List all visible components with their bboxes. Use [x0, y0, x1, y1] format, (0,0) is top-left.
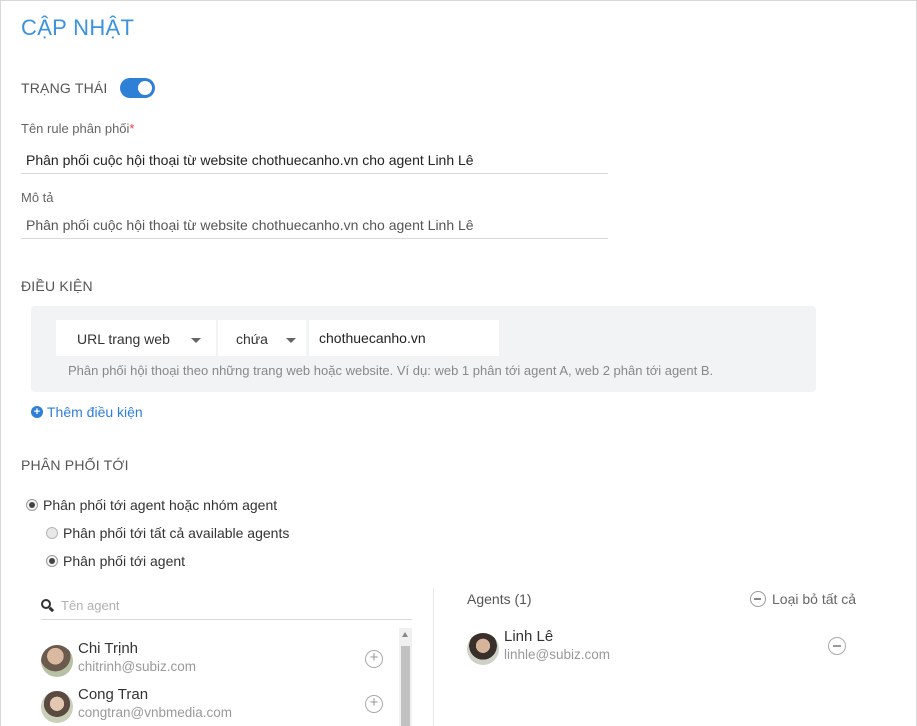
avatar: [41, 691, 73, 723]
rule-name-label-text: Tên rule phân phối: [21, 121, 130, 136]
agent-name: Chi Trịnh: [78, 640, 139, 657]
radio-all-available[interactable]: Phân phối tới tất cả available agents: [46, 525, 289, 541]
column-divider: [433, 588, 434, 726]
status-toggle[interactable]: [119, 78, 155, 98]
agent-search-placeholder: Tên agent: [61, 598, 120, 613]
agent-search[interactable]: Tên agent: [41, 592, 412, 620]
radio-agent-or-group[interactable]: Phân phối tới agent hoặc nhóm agent: [26, 497, 277, 513]
plus-circle-icon: +: [31, 406, 43, 418]
add-agent-button[interactable]: +: [365, 695, 383, 713]
remove-all-button[interactable]: Loại bỏ tất cả: [750, 591, 856, 607]
condition-box: URL trang web chứa chothuecanho.vn Phân …: [31, 306, 816, 392]
condition-field-select[interactable]: URL trang web: [56, 320, 216, 356]
radio-specific-agent-label: Phân phối tới agent: [63, 553, 186, 569]
condition-field-value: URL trang web: [77, 331, 170, 347]
scrollbar-thumb[interactable]: [401, 646, 410, 726]
status-row: TRẠNG THÁI: [21, 78, 155, 98]
rule-name-label: Tên rule phân phối*: [21, 121, 134, 136]
add-condition-label: Thêm điều kiện: [47, 404, 143, 420]
add-agent-button[interactable]: +: [365, 650, 383, 668]
description-label: Mô tả: [21, 190, 54, 205]
rule-name-input[interactable]: Phân phối cuộc hội thoại từ website chot…: [21, 146, 608, 174]
caret-down-icon: [286, 338, 296, 343]
radio-all-available-label: Phân phối tới tất cả available agents: [63, 525, 290, 541]
radio-checked-icon: [46, 555, 58, 567]
radio-specific-agent[interactable]: Phân phối tới agent: [46, 553, 185, 569]
agent-email: linhle@subiz.com: [504, 647, 610, 662]
conditions-heading: ĐIỀU KIỆN: [21, 278, 93, 294]
caret-down-icon: [191, 338, 201, 343]
condition-hint: Phân phối hội thoại theo những trang web…: [68, 363, 714, 378]
remove-all-label: Loại bỏ tất cả: [772, 591, 857, 607]
distribute-heading: PHÂN PHỐI TỚI: [21, 457, 129, 473]
condition-value-input[interactable]: chothuecanho.vn: [309, 320, 499, 356]
radio-agent-or-group-label: Phân phối tới agent hoặc nhóm agent: [43, 497, 278, 513]
condition-operator-value: chứa: [236, 331, 268, 347]
page-title: CẬP NHẬT: [21, 15, 135, 40]
condition-operator-select[interactable]: chứa: [218, 320, 306, 356]
search-icon: [41, 598, 55, 613]
minus-circle-icon: [750, 591, 766, 607]
remove-agent-button[interactable]: [828, 637, 846, 655]
agent-name: Linh Lê: [504, 628, 554, 645]
list-item: Cong Tran congtran@vnbmedia.com +: [41, 686, 386, 726]
radio-unchecked-icon: [46, 527, 58, 539]
list-item: Chi Trịnh chitrinh@subiz.com +: [41, 640, 386, 680]
avatar: [467, 633, 499, 665]
selected-agents-header: Agents (1): [467, 591, 532, 607]
radio-checked-icon: [26, 499, 38, 511]
scroll-up-arrow-icon[interactable]: [402, 632, 408, 637]
toggle-knob: [137, 81, 152, 95]
agent-name: Cong Tran: [78, 686, 149, 703]
selected-agent-item: Linh Lê linhle@subiz.com: [467, 628, 812, 668]
agent-email: congtran@vnbmedia.com: [78, 705, 233, 720]
status-label: TRẠNG THÁI: [21, 80, 108, 96]
agent-email: chitrinh@subiz.com: [78, 659, 196, 674]
description-input[interactable]: Phân phối cuộc hội thoại từ website chot…: [21, 211, 608, 239]
add-condition-link[interactable]: + Thêm điều kiện: [31, 404, 143, 420]
avatar: [41, 645, 73, 677]
required-mark: *: [129, 121, 135, 136]
agent-list-scrollbar[interactable]: [399, 628, 412, 726]
